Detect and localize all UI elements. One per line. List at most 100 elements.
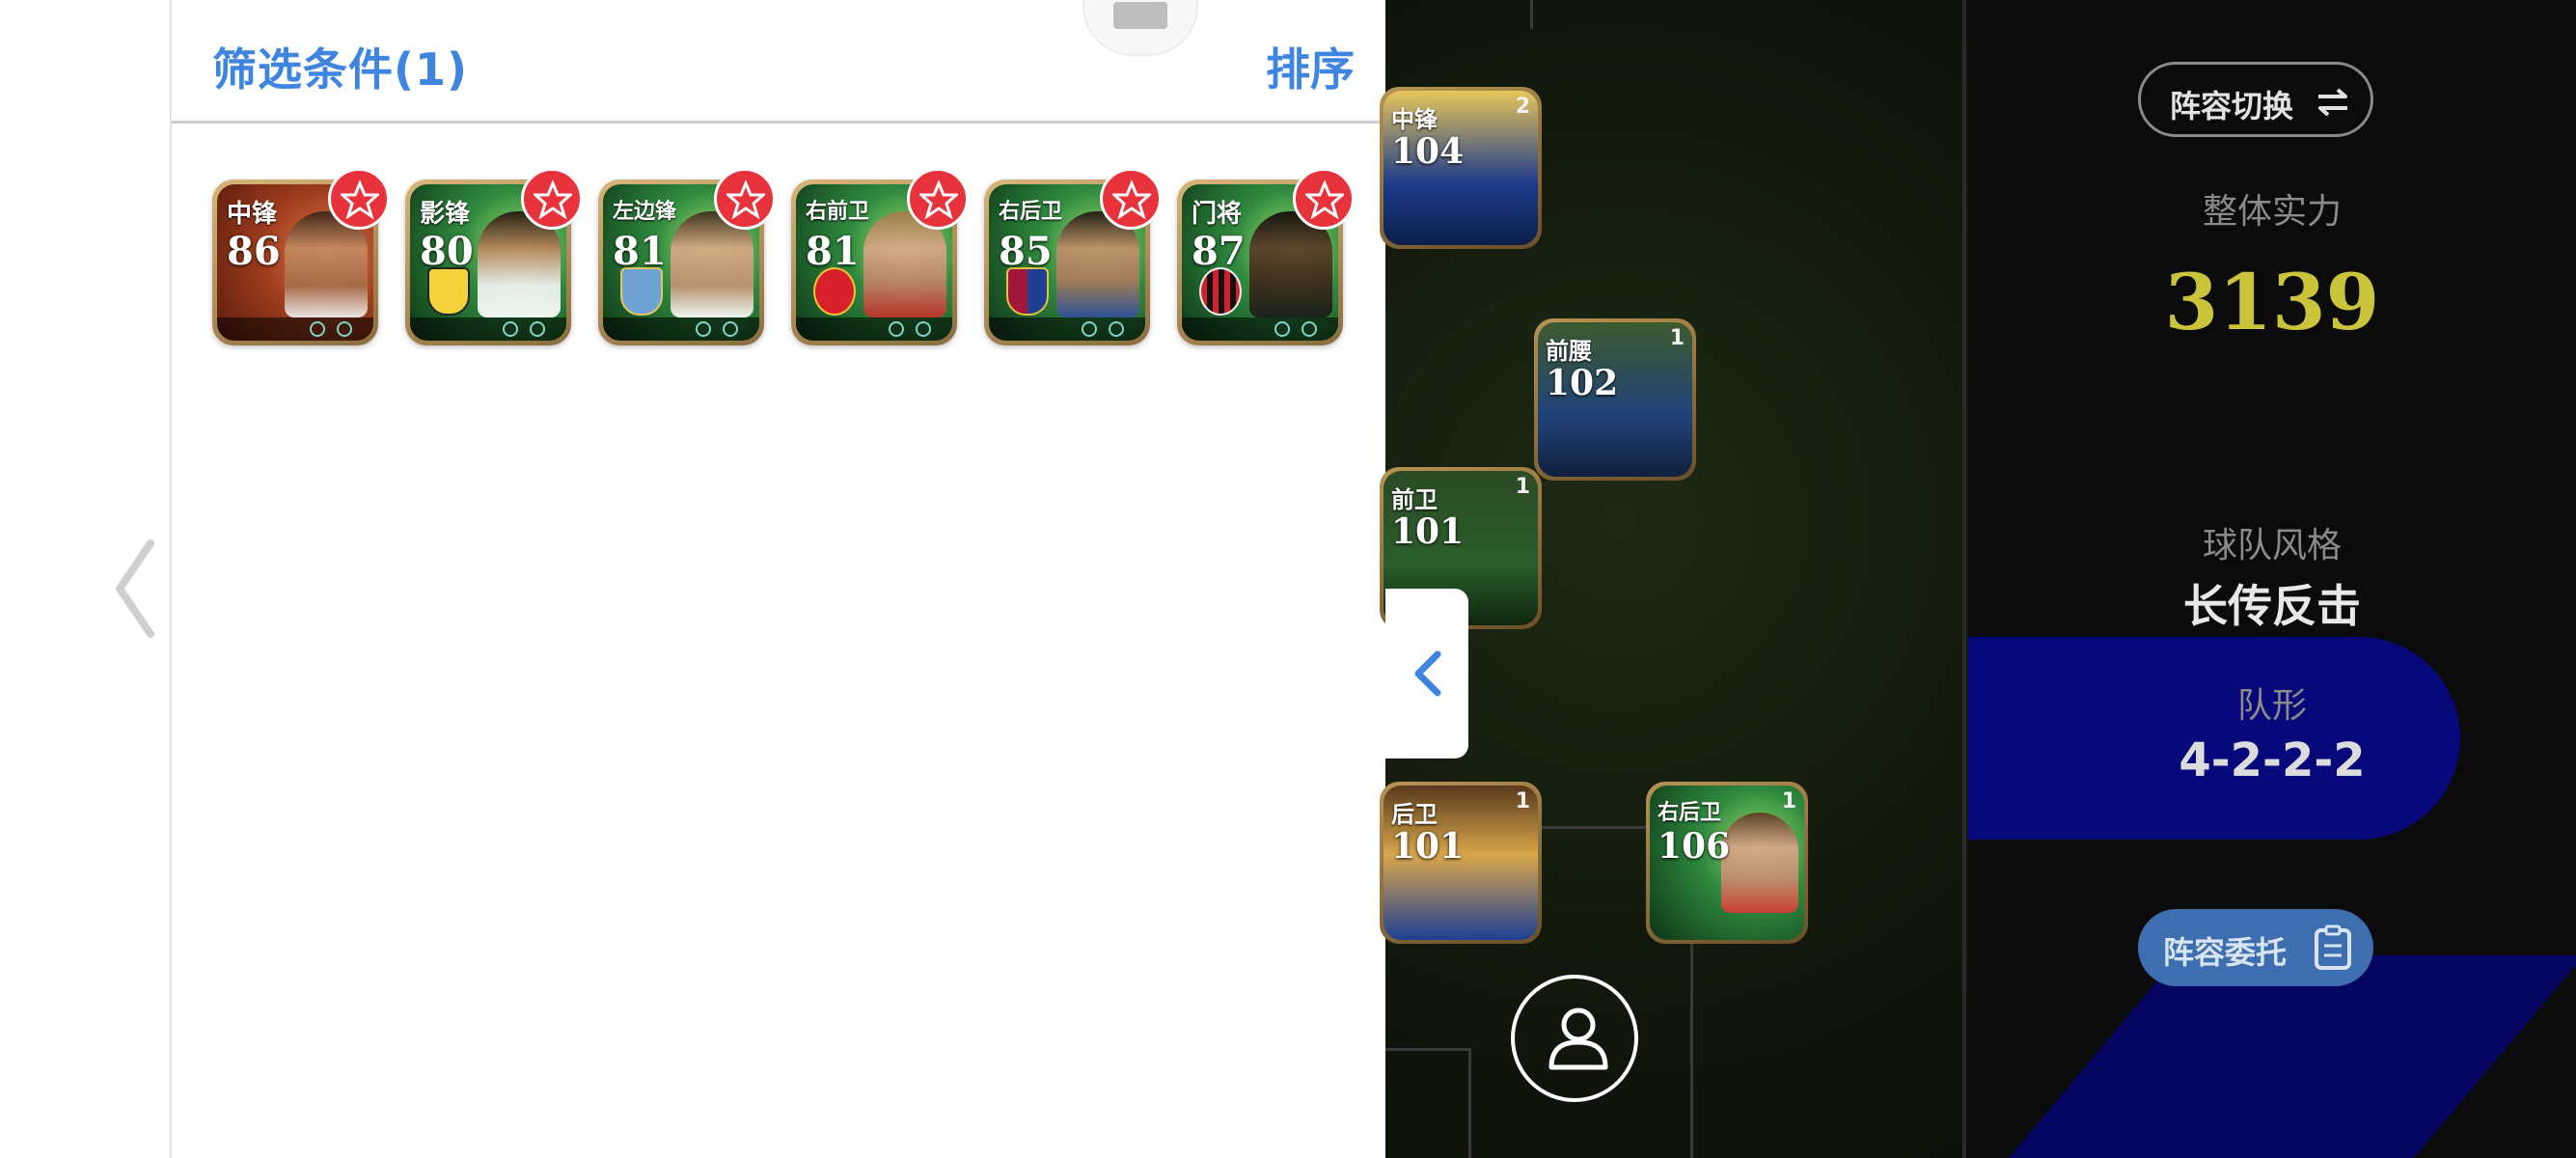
overall-strength-label: 整体实力 [2202,192,2342,232]
card-position: 中锋 [227,200,278,229]
card-rating: 102 [1546,363,1619,403]
card-position: 左边锋 [613,200,677,224]
card-count: 1 [1515,789,1530,813]
pitch-player-card[interactable]: 前腰 102 1 [1534,318,1696,481]
overall-strength-value: 3139 [2164,257,2380,347]
card-count: 2 [1515,95,1530,119]
filter-conditions-title[interactable]: 筛选条件(1) [212,35,468,98]
card-rating: 86 [227,229,281,274]
card-rating: 87 [1192,229,1246,274]
card-position: 门将 [1192,200,1243,229]
puzzle-icon [1113,2,1167,29]
team-style-label: 球队风格 [2202,526,2342,565]
pitch-line [1530,0,1533,29]
card-position: 后卫 [1391,801,1438,828]
skill-dot-icon [723,321,738,337]
card-position: 右前卫 [806,200,870,224]
card-art: 前腰 102 1 [1538,322,1692,477]
lineup-switch-button[interactable]: 阵容切换 [2138,62,2373,137]
lineup-switch-label: 阵容切换 [2170,88,2294,124]
card-rating: 85 [999,229,1053,274]
skill-dot-icon [916,321,931,337]
pitch-line [1468,1048,1471,1158]
skill-dot-icon [310,321,325,337]
card-position: 中锋 [1391,106,1438,133]
card-rating: 106 [1658,826,1731,867]
club-crest-icon [620,267,663,316]
profile-button[interactable] [1511,975,1638,1102]
clipboard-icon [2315,924,2351,970]
card-rating: 101 [1391,511,1465,552]
pitch-boundary [1962,0,1966,1158]
swap-arrows-icon [2318,88,2347,117]
sort-button[interactable]: 排序 [1266,35,1355,98]
card-count: 1 [1781,789,1796,813]
club-crest-icon [813,267,856,316]
skill-dot-icon [889,321,904,337]
card-footer [410,317,566,341]
formation-value: 4-2-2-2 [2179,733,2366,787]
chevron-left-icon[interactable] [106,536,164,642]
formation-label: 队形 [2236,686,2307,726]
player-card[interactable]: 门将 87 [1177,168,1355,345]
skill-dot-icon [503,321,518,337]
player-card[interactable]: 右后卫 85 [984,168,1162,345]
pitch-line [1690,926,1693,1158]
star-badge-icon [907,168,969,230]
club-crest-icon [1006,267,1049,316]
left-gutter [0,0,170,1158]
card-footer [989,317,1145,341]
skill-dot-icon [1082,321,1097,337]
card-rating: 80 [420,229,474,274]
card-art: 中锋 104 2 [1384,91,1538,245]
player-portrait [1721,813,1798,913]
lineup-pitch: 中锋 104 2 前腰 102 1 前卫 101 1 后卫 101 1 右后卫 [1380,0,1968,1158]
card-position: 右后卫 [1658,801,1722,825]
pitch-player-card[interactable]: 右后卫 106 1 [1646,782,1808,944]
card-footer [603,317,759,341]
skill-dot-icon [530,321,545,337]
club-crest-icon [427,267,470,316]
player-card[interactable]: 右前卫 81 [791,168,969,345]
team-style-value: 长传反击 [2183,580,2361,632]
player-card-row: 中锋 86 影锋 80 左边锋 81 右前卫 81 右后卫 85 门将 87 [212,168,1370,355]
card-art: 后卫 101 1 [1384,786,1538,940]
filter-header: 筛选条件(1) 排序 [172,0,1385,124]
card-footer [796,317,952,341]
skill-dot-icon [337,321,352,337]
star-badge-icon [1100,168,1162,230]
team-info-panel: 阵容切换 整体实力 3139 球队风格 长传反击 队形 4-2-2-2 阵容委托 [1968,0,2576,1158]
card-position: 前腰 [1546,338,1592,365]
person-icon [1548,1007,1608,1070]
card-footer [217,317,373,341]
star-badge-icon [328,168,390,230]
card-position: 右后卫 [999,200,1063,224]
skill-dot-icon [1109,321,1124,337]
card-count: 1 [1515,475,1530,499]
collapse-panel-button[interactable] [1385,589,1468,758]
star-badge-icon [714,168,776,230]
star-badge-icon [521,168,583,230]
card-rating: 101 [1391,826,1465,867]
card-footer [1182,317,1338,341]
card-rating: 81 [613,229,667,274]
star-badge-icon [1293,168,1355,230]
card-position: 影锋 [420,200,471,229]
pitch-line [1385,1048,1470,1051]
club-crest-icon [1199,267,1242,316]
card-art: 右后卫 106 1 [1650,786,1804,940]
card-rating: 104 [1391,131,1465,172]
player-card[interactable]: 左边锋 81 [598,168,776,345]
filter-panel: 筛选条件(1) 排序 中锋 86 影锋 80 左边锋 81 右前卫 81 右后卫… [170,0,1385,1158]
chevron-left-icon [1414,650,1441,697]
card-count: 1 [1669,326,1685,350]
lineup-delegate-button[interactable]: 阵容委托 [2138,909,2373,986]
player-card[interactable]: 中锋 86 [212,168,390,345]
player-card[interactable]: 影锋 80 [405,168,583,345]
card-rating: 81 [806,229,860,274]
pitch-player-card[interactable]: 后卫 101 1 [1380,782,1542,944]
pitch-player-card[interactable]: 中锋 104 2 [1380,87,1542,249]
lineup-delegate-label: 阵容委托 [2163,934,2288,971]
skill-dot-icon [1302,321,1317,337]
skill-dot-icon [696,321,711,337]
